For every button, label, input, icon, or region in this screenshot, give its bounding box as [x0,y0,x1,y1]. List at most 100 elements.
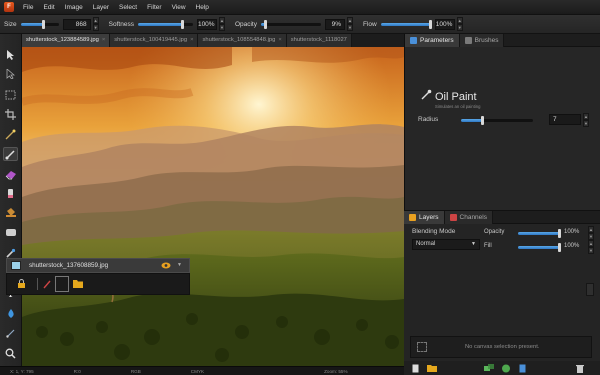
status-coords: X: 1, Y: 795 [10,368,34,374]
layer-thumbnail [11,261,21,270]
filter-title: Oil Paint [435,91,477,103]
toolbox: T [0,34,22,367]
menu-view[interactable]: View [167,0,191,15]
doc-tab-2[interactable]: shutterstock_100419445.jpg × [110,34,199,47]
app-window: F File Edit Image Layer Select Filter Vi… [0,0,600,375]
layer-opacity-value[interactable]: 100% [564,229,579,235]
divider [37,278,38,290]
menu-bar: F File Edit Image Layer Select Filter Vi… [0,0,600,15]
layer-opacity-stepper[interactable]: ▲ ▼ [588,226,594,240]
close-icon[interactable]: × [278,34,281,47]
close-icon[interactable]: × [190,34,193,47]
eraser-tool-icon[interactable] [3,168,18,182]
tool-options-bar: Size 868 ▲ ▼ Softness 100% ▲ ▼ Opacity 9% … [0,15,600,34]
opacity-field[interactable]: 9% [325,18,345,30]
bucket-tool-icon[interactable] [3,205,18,219]
doc-tab-4[interactable]: shutterstock_1118027 [286,34,352,47]
link-layers-icon[interactable] [483,363,495,373]
tab-brushes[interactable]: Brushes [459,34,505,47]
delete-layer-icon[interactable] [574,363,586,373]
blending-mode-select[interactable]: Normal ▼ [412,239,480,250]
image-canvas[interactable] [22,47,404,366]
doc-tab-1[interactable]: shutterstock_123884589.jpg × [22,34,111,47]
size-stepper[interactable]: ▲ ▼ [92,17,99,31]
flow-field[interactable]: 100% [434,18,455,30]
layer-fill-slider[interactable] [518,243,561,252]
pen-tool-icon[interactable] [3,326,18,340]
channels-icon [449,214,457,221]
layer-fill-stepper[interactable]: ▲ ▼ [588,240,594,254]
softness-field[interactable]: 100% [196,18,217,30]
radius-label: Radius [418,116,439,123]
tab-layers[interactable]: Layers [404,211,445,224]
layer-row[interactable]: shutterstock_137608859.jpg ▼ [6,258,190,273]
filter-panel-tabs: Parameters Brushes [405,34,600,47]
menu-image[interactable]: Image [60,0,88,15]
parameters-icon [410,37,417,44]
crop-tool-icon[interactable] [3,107,18,121]
flow-slider[interactable] [380,19,432,29]
chevron-down-icon: ▼ [471,241,476,247]
tab-brushes-label: Brushes [474,37,499,44]
brushes-icon [464,37,472,44]
status-rgb: R:0 [73,368,81,374]
doc-tab-4-label: shutterstock_1118027 [290,37,347,43]
blending-mode-value: Normal [416,241,436,247]
softness-slider[interactable] [137,19,193,29]
lock-icon[interactable] [17,279,26,289]
radius-stepper[interactable]: ▲ ▼ [583,113,589,127]
blur-tool-icon[interactable] [3,306,18,320]
marquee-tool-icon[interactable] [3,88,18,102]
chevron-down-icon[interactable]: ▼ [177,262,182,268]
shape-tool-icon[interactable] [3,225,18,239]
blending-mode-label: Blending Mode [412,228,456,235]
radius-field[interactable]: 7 [549,114,581,125]
layer-actions-row [6,273,190,295]
softness-label: Softness [108,20,134,28]
status-cmyk: CMYK [190,368,205,374]
menu-file[interactable]: File [18,0,38,15]
layers-scrollbar[interactable] [586,283,594,296]
tab-parameters[interactable]: Parameters [405,34,460,47]
opacity-slider[interactable] [261,19,321,29]
brush-tool-icon[interactable] [3,147,18,161]
folder-icon[interactable] [73,279,83,288]
size-slider[interactable] [20,19,59,29]
doc-tab-3-label: shutterstock_108554848.jpg [202,37,276,43]
document-tab-bar: shutterstock_123884589.jpg × shutterstock… [22,34,404,47]
menu-layer[interactable]: Layer [88,0,114,15]
brush-mask-icon[interactable] [43,279,51,289]
menu-select[interactable]: Select [114,0,142,15]
adjustment-layer-icon[interactable] [500,363,512,373]
radius-slider[interactable] [461,116,533,125]
opacity-label: Opacity [234,20,257,28]
new-document-icon[interactable] [409,363,421,373]
direct-select-icon[interactable] [3,67,18,81]
close-icon[interactable]: × [102,34,105,47]
visibility-eye-icon[interactable] [161,262,171,269]
duplicate-layer-icon[interactable] [517,363,529,373]
selection-status-text: No canvas selection present. [465,344,540,350]
menu-help[interactable]: Help [191,0,214,15]
mask-thumbnail[interactable] [55,276,69,292]
magic-wand-icon[interactable] [3,127,18,141]
menu-edit[interactable]: Edit [38,0,59,15]
layer-opacity-label: Opacity [484,229,505,235]
status-mode: RGB [130,368,141,374]
layer-opacity-slider[interactable] [518,229,561,238]
size-field[interactable]: 868 [62,18,91,30]
layers-bottom-toolbar [404,361,600,375]
new-folder-icon[interactable] [426,363,438,373]
layer-fill-value[interactable]: 100% [564,243,579,249]
doc-tab-3[interactable]: shutterstock_108554848.jpg × [198,34,287,47]
oil-paint-brush-icon [421,89,432,100]
menu-filter[interactable]: Filter [142,0,166,15]
clone-tool-icon[interactable] [3,186,18,200]
tab-channels[interactable]: Channels [444,211,493,224]
selection-status-strip: No canvas selection present. [410,336,592,358]
opacity-stepper[interactable]: ▲ ▼ [347,17,353,31]
flow-stepper[interactable]: ▲ ▼ [456,17,463,31]
softness-stepper[interactable]: ▲ ▼ [218,17,225,31]
move-tool-icon[interactable] [3,48,18,62]
zoom-tool-icon[interactable] [3,346,18,360]
